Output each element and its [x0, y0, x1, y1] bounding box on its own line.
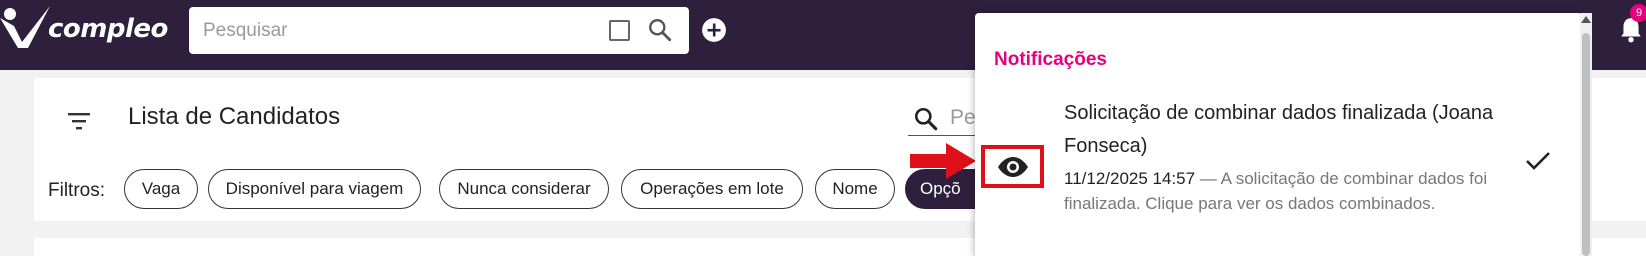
scroll-thumb[interactable]: [1582, 33, 1590, 256]
filter-chip-nunca-considerar[interactable]: Nunca considerar: [439, 169, 609, 209]
notifications-panel: Notificações Solicitação de combinar dad…: [975, 13, 1582, 256]
add-circle-icon[interactable]: [701, 17, 727, 43]
global-search[interactable]: [189, 7, 689, 54]
logo-text: compleo: [48, 14, 168, 44]
filter-chip-vaga[interactable]: Vaga: [124, 169, 198, 209]
filter-chip-operacoes-lote[interactable]: Operações em lote: [621, 169, 803, 209]
notification-heading[interactable]: Solicitação de combinar dados finalizada…: [1064, 97, 1514, 163]
check-icon[interactable]: [1525, 150, 1551, 172]
eye-icon[interactable]: [997, 157, 1029, 177]
notification-body[interactable]: 11/12/2025 14:57 — A solicitação de comb…: [1064, 166, 1514, 216]
compleo-logo-icon: [0, 6, 50, 48]
page-title: Lista de Candidatos: [128, 103, 341, 130]
mark-read-highlight: [981, 145, 1044, 188]
logo[interactable]: compleo: [0, 4, 168, 54]
filter-chip-nome[interactable]: Nome: [815, 169, 895, 209]
notifications-title: Notificações: [994, 49, 1107, 70]
search-icon[interactable]: [913, 106, 939, 132]
filter-chip-disponivel-viagem[interactable]: Disponível para viagem: [208, 169, 421, 209]
scroll-up-arrow-icon[interactable]: [1581, 16, 1591, 23]
notification-count-badge: 9: [1630, 4, 1646, 22]
search-icon[interactable]: [647, 17, 673, 43]
filters-label: Filtros:: [48, 180, 105, 201]
notifications-scrollbar[interactable]: [1580, 13, 1592, 256]
notification-time: 11/12/2025 14:57: [1064, 169, 1196, 188]
search-input[interactable]: [203, 18, 583, 44]
checkbox-icon[interactable]: [609, 20, 630, 41]
red-arrow-annotation: [910, 143, 976, 179]
filter-list-icon[interactable]: [67, 110, 91, 132]
